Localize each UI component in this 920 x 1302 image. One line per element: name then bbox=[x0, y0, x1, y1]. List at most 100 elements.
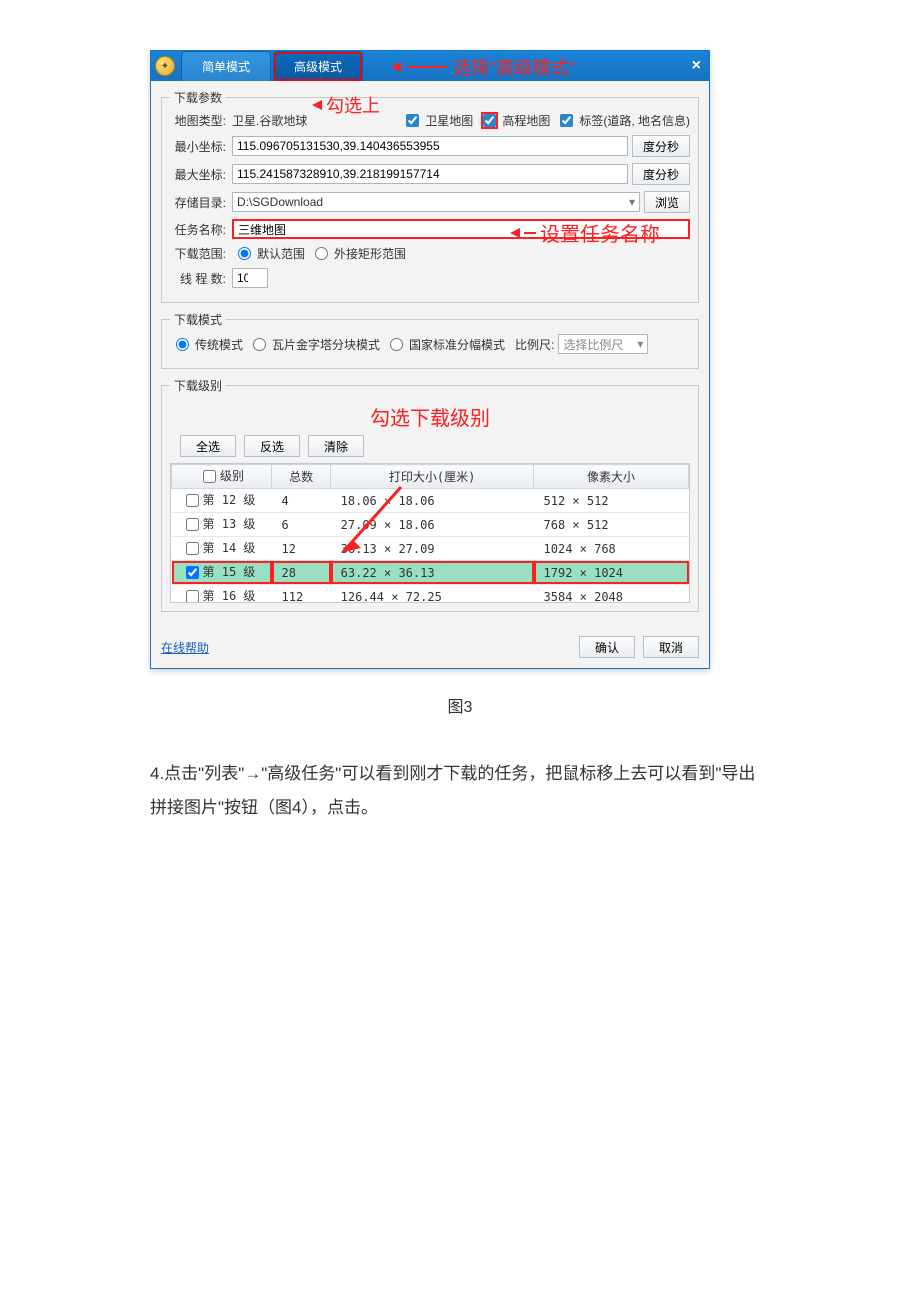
cell-level: 第 13 级 bbox=[203, 517, 256, 531]
legend-download-params: 下载参数 bbox=[170, 89, 226, 106]
level-table: 级别 总数 打印大小(厘米) 像素大小 第 12 级418.06 × 18.06… bbox=[171, 464, 689, 603]
th-total: 总数 bbox=[272, 465, 331, 489]
radio-mode-tile-label: 瓦片金字塔分块模式 bbox=[272, 336, 380, 353]
min-coord-input[interactable] bbox=[232, 136, 628, 156]
max-coord-label: 最大坐标: bbox=[170, 166, 226, 183]
arrow-left-icon bbox=[391, 62, 401, 72]
checkbox-row[interactable] bbox=[186, 566, 199, 579]
th-pixel: 像素大小 bbox=[534, 465, 689, 489]
dir-combo[interactable]: D:\SGDownload ▾ bbox=[232, 192, 640, 212]
radio-range-default-label: 默认范围 bbox=[257, 245, 305, 262]
titlebar: ✦ 简单模式 高级模式 选择"高级模式" × bbox=[151, 51, 709, 81]
cell-level: 第 16 级 bbox=[203, 589, 256, 603]
radio-range-rect[interactable] bbox=[315, 247, 328, 260]
row-mode: 传统模式 瓦片金字塔分块模式 国家标准分幅模式 比例尺: 选择比例尺 ▾ bbox=[170, 334, 690, 354]
checkbox-row[interactable] bbox=[186, 590, 199, 603]
checkbox-label-label: 标签(道路, 地名信息) bbox=[579, 112, 690, 129]
cell-total: 12 bbox=[272, 537, 331, 561]
annotation-select-advanced: 选择"高级模式" bbox=[391, 54, 576, 80]
scale-label: 比例尺: bbox=[515, 336, 554, 353]
dialog: ✦ 简单模式 高级模式 选择"高级模式" × 下载参数 勾选上 地图类型: 卫星… bbox=[150, 50, 710, 669]
annotation-level: 勾选下载级别 bbox=[170, 402, 690, 431]
fieldset-download-mode: 下载模式 传统模式 瓦片金字塔分块模式 国家标准分幅模式 比例尺: 选择比例尺 … bbox=[161, 311, 699, 369]
dialog-body: 下载参数 勾选上 地图类型: 卫星.谷歌地球 卫星地图 高程地图 标签(道路, … bbox=[151, 81, 709, 630]
th-level: 级别 bbox=[220, 469, 244, 483]
browse-button[interactable]: 浏览 bbox=[644, 191, 690, 213]
checkbox-row[interactable] bbox=[186, 494, 199, 507]
cell-print: 27.09 × 18.06 bbox=[331, 513, 534, 537]
row-max-coord: 最大坐标: 度分秒 bbox=[170, 163, 690, 185]
dms-button-min[interactable]: 度分秒 bbox=[632, 135, 690, 157]
help-link[interactable]: 在线帮助 bbox=[161, 639, 209, 656]
checkbox-dem[interactable] bbox=[483, 114, 496, 127]
radio-range-default[interactable] bbox=[238, 247, 251, 260]
arrow-left-icon bbox=[312, 100, 322, 110]
checkbox-satellite[interactable] bbox=[406, 114, 419, 127]
cancel-button[interactable]: 取消 bbox=[643, 636, 699, 658]
legend-download-mode: 下载模式 bbox=[170, 311, 226, 328]
level-table-wrap: 级别 总数 打印大小(厘米) 像素大小 第 12 级418.06 × 18.06… bbox=[170, 463, 690, 603]
table-row[interactable]: 第 14 级1236.13 × 27.091024 × 768 bbox=[172, 537, 689, 561]
cell-level: 第 14 级 bbox=[203, 541, 256, 555]
select-all-button[interactable]: 全选 bbox=[180, 435, 236, 457]
table-row[interactable]: 第 15 级2863.22 × 36.131792 × 1024 bbox=[172, 561, 689, 585]
min-coord-label: 最小坐标: bbox=[170, 138, 226, 155]
task-label: 任务名称: bbox=[170, 221, 226, 238]
dms-button-max[interactable]: 度分秒 bbox=[632, 163, 690, 185]
row-range: 下载范围: 默认范围 外接矩形范围 bbox=[170, 245, 690, 262]
radio-mode-national[interactable] bbox=[390, 338, 403, 351]
checkbox-label[interactable] bbox=[560, 114, 573, 127]
row-dir: 存储目录: D:\SGDownload ▾ 浏览 bbox=[170, 191, 690, 213]
checkbox-row[interactable] bbox=[186, 518, 199, 531]
radio-mode-national-label: 国家标准分幅模式 bbox=[409, 336, 505, 353]
ok-button[interactable]: 确认 bbox=[579, 636, 635, 658]
scale-combo[interactable]: 选择比例尺 ▾ bbox=[558, 334, 648, 354]
cell-print: 126.44 × 72.25 bbox=[331, 585, 534, 604]
checkbox-satellite-label: 卫星地图 bbox=[425, 112, 473, 129]
table-row[interactable]: 第 12 级418.06 × 18.06512 × 512 bbox=[172, 489, 689, 513]
radio-range-rect-label: 外接矩形范围 bbox=[334, 245, 406, 262]
checkbox-row[interactable] bbox=[186, 542, 199, 555]
annotation-text: 设置任务名称 bbox=[540, 218, 660, 247]
annotation-text: 选择"高级模式" bbox=[453, 54, 576, 80]
cell-level: 第 12 级 bbox=[203, 493, 256, 507]
level-buttons: 全选 反选 清除 bbox=[180, 435, 690, 457]
checkbox-header[interactable] bbox=[203, 470, 216, 483]
radio-mode-traditional-label: 传统模式 bbox=[195, 336, 243, 353]
cell-total: 28 bbox=[272, 561, 331, 585]
chevron-down-icon: ▾ bbox=[637, 337, 643, 351]
cell-print: 63.22 × 36.13 bbox=[331, 561, 534, 585]
arrow-line-icon bbox=[407, 66, 447, 68]
annotation-task: 设置任务名称 bbox=[510, 218, 660, 247]
fieldset-download-params: 下载参数 勾选上 地图类型: 卫星.谷歌地球 卫星地图 高程地图 标签(道路, … bbox=[161, 89, 699, 303]
radio-mode-traditional[interactable] bbox=[176, 338, 189, 351]
invert-button[interactable]: 反选 bbox=[244, 435, 300, 457]
instruction-paragraph: 4.点击"列表"→"高级任务"可以看到刚才下载的任务，把鼠标移上去可以看到"导出… bbox=[150, 757, 770, 825]
checkbox-dem-label: 高程地图 bbox=[502, 112, 550, 129]
table-row[interactable]: 第 13 级627.09 × 18.06768 × 512 bbox=[172, 513, 689, 537]
annotation-check: 勾选上 bbox=[312, 92, 380, 118]
tab-simple[interactable]: 简单模式 bbox=[181, 51, 271, 81]
scale-value: 选择比例尺 bbox=[563, 336, 623, 353]
app-icon: ✦ bbox=[155, 56, 175, 76]
row-map-type: 地图类型: 卫星.谷歌地球 卫星地图 高程地图 标签(道路, 地名信息) bbox=[170, 112, 690, 129]
dir-value: D:\SGDownload bbox=[237, 195, 323, 209]
radio-mode-tile[interactable] bbox=[253, 338, 266, 351]
close-icon[interactable]: × bbox=[692, 57, 701, 75]
range-label: 下载范围: bbox=[170, 245, 226, 262]
th-print: 打印大小(厘米) bbox=[331, 465, 534, 489]
clear-button[interactable]: 清除 bbox=[308, 435, 364, 457]
cell-pixel: 512 × 512 bbox=[534, 489, 689, 513]
max-coord-input[interactable] bbox=[232, 164, 628, 184]
tab-advanced[interactable]: 高级模式 bbox=[273, 51, 363, 81]
cell-pixel: 1024 × 768 bbox=[534, 537, 689, 561]
arrow-line-icon bbox=[524, 232, 536, 234]
table-row[interactable]: 第 16 级 112126.44 × 72.253584 × 2048 bbox=[172, 585, 689, 604]
row-min-coord: 最小坐标: 度分秒 bbox=[170, 135, 690, 157]
cell-pixel: 3584 × 2048 bbox=[534, 585, 689, 604]
figure-caption: 图3 bbox=[150, 693, 770, 717]
cell-total: 112 bbox=[272, 585, 331, 604]
cell-pixel: 1792 × 1024 bbox=[534, 561, 689, 585]
threads-input[interactable] bbox=[232, 268, 268, 288]
threads-label: 线 程 数: bbox=[170, 270, 226, 287]
